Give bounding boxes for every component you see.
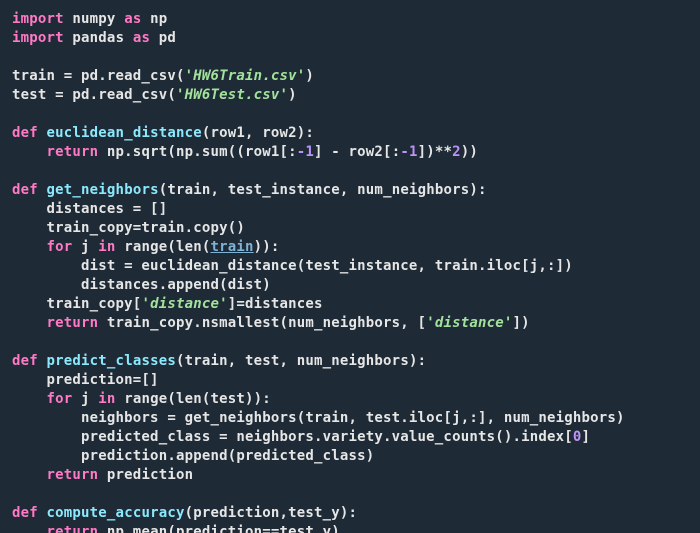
kw-def: def — [12, 505, 38, 521]
string: 'distance' — [141, 296, 227, 312]
text: prediction.append(predicted_class) — [12, 448, 374, 464]
text: np.sqrt(np.sum((row1[: — [98, 144, 296, 160]
text: ] - row2[: — [314, 144, 400, 160]
text: np.mean(prediction==test_y) — [98, 524, 340, 533]
code-line: predicted_class = neighbors.variety.valu… — [12, 429, 590, 445]
text: dist = euclidean_distance(test_instance,… — [12, 258, 573, 274]
kw-return: return — [47, 315, 99, 331]
linked-ident: train — [210, 239, 253, 255]
code-line: train_copy['distance']=distances — [12, 296, 323, 312]
string: 'HW6Test.csv' — [176, 87, 288, 103]
code-line: prediction=[] — [12, 372, 159, 388]
text: distances = [] — [12, 201, 167, 217]
text: ]=distances — [228, 296, 323, 312]
kw-def: def — [12, 353, 38, 369]
text: distances.append(dist) — [12, 277, 271, 293]
code-editor: import numpy as np import pandas as pd t… — [0, 0, 700, 533]
text: range(len(test)): — [116, 391, 271, 407]
fn-name: get_neighbors — [47, 182, 159, 198]
kw-in: in — [98, 239, 115, 255]
code-line: for j in range(len(train)): — [12, 239, 280, 255]
code-line: test = pd.read_csv('HW6Test.csv') — [12, 87, 297, 103]
text: )) — [461, 144, 478, 160]
code-line: def euclidean_distance(row1, row2): — [12, 125, 314, 141]
kw-return: return — [47, 144, 99, 160]
text: ]) — [513, 315, 530, 331]
code-line: for j in range(len(test)): — [12, 391, 271, 407]
kw-def: def — [12, 182, 38, 198]
code-line: def compute_accuracy(prediction,test_y): — [12, 505, 357, 521]
text: prediction=[] — [12, 372, 159, 388]
text: ])** — [418, 144, 453, 160]
text: )): — [254, 239, 280, 255]
kw-as: as — [124, 11, 141, 27]
alias: pd — [159, 30, 176, 46]
module-name: numpy — [72, 11, 115, 27]
code-line: import pandas as pd — [12, 30, 176, 46]
text: train = pd.read_csv( — [12, 68, 185, 84]
code-line: def get_neighbors(train, test_instance, … — [12, 182, 487, 198]
number: 0 — [573, 429, 582, 445]
code-line: return np.sqrt(np.sum((row1[:-1] - row2[… — [12, 144, 478, 160]
number: -1 — [400, 144, 417, 160]
code-line: return prediction — [12, 467, 193, 483]
text: j — [72, 391, 98, 407]
fn-name: compute_accuracy — [47, 505, 185, 521]
code-line: distances = [] — [12, 201, 167, 217]
params: (row1, row2): — [202, 125, 314, 141]
number: 2 — [452, 144, 461, 160]
text: prediction — [98, 467, 193, 483]
kw-def: def — [12, 125, 38, 141]
code-line: return np.mean(prediction==test_y) — [12, 524, 340, 533]
kw-return: return — [47, 524, 99, 533]
text: train_copy.nsmallest(num_neighbors, [ — [98, 315, 426, 331]
params: (prediction,test_y): — [185, 505, 358, 521]
module-name: pandas — [72, 30, 124, 46]
alias: np — [150, 11, 167, 27]
text: predicted_class = neighbors.variety.valu… — [12, 429, 573, 445]
fn-name: predict_classes — [47, 353, 176, 369]
text: ] — [582, 429, 591, 445]
text: j — [72, 239, 98, 255]
kw-in: in — [98, 391, 115, 407]
code-line: dist = euclidean_distance(test_instance,… — [12, 258, 573, 274]
text: ) — [288, 87, 297, 103]
code-line: return train_copy.nsmallest(num_neighbor… — [12, 315, 530, 331]
kw-for: for — [47, 391, 73, 407]
code-line: prediction.append(predicted_class) — [12, 448, 374, 464]
text: test = pd.read_csv( — [12, 87, 176, 103]
params: (train, test, num_neighbors): — [176, 353, 426, 369]
text: range(len( — [116, 239, 211, 255]
string: 'distance' — [426, 315, 512, 331]
code-line: import numpy as np — [12, 11, 167, 27]
params: (train, test_instance, num_neighbors): — [159, 182, 487, 198]
code-line: train_copy=train.copy() — [12, 220, 245, 236]
text: train_copy=train.copy() — [12, 220, 245, 236]
kw-for: for — [47, 239, 73, 255]
kw-import: import — [12, 11, 64, 27]
code-line: distances.append(dist) — [12, 277, 271, 293]
text: neighbors = get_neighbors(train, test.il… — [12, 410, 625, 426]
code-line: def predict_classes(train, test, num_nei… — [12, 353, 426, 369]
text: train_copy[ — [12, 296, 141, 312]
code-line: train = pd.read_csv('HW6Train.csv') — [12, 68, 314, 84]
number: -1 — [297, 144, 314, 160]
kw-return: return — [47, 467, 99, 483]
string: 'HW6Train.csv' — [185, 68, 306, 84]
fn-name: euclidean_distance — [47, 125, 202, 141]
code-line: neighbors = get_neighbors(train, test.il… — [12, 410, 625, 426]
text: ) — [305, 68, 314, 84]
kw-import: import — [12, 30, 64, 46]
kw-as: as — [133, 30, 150, 46]
